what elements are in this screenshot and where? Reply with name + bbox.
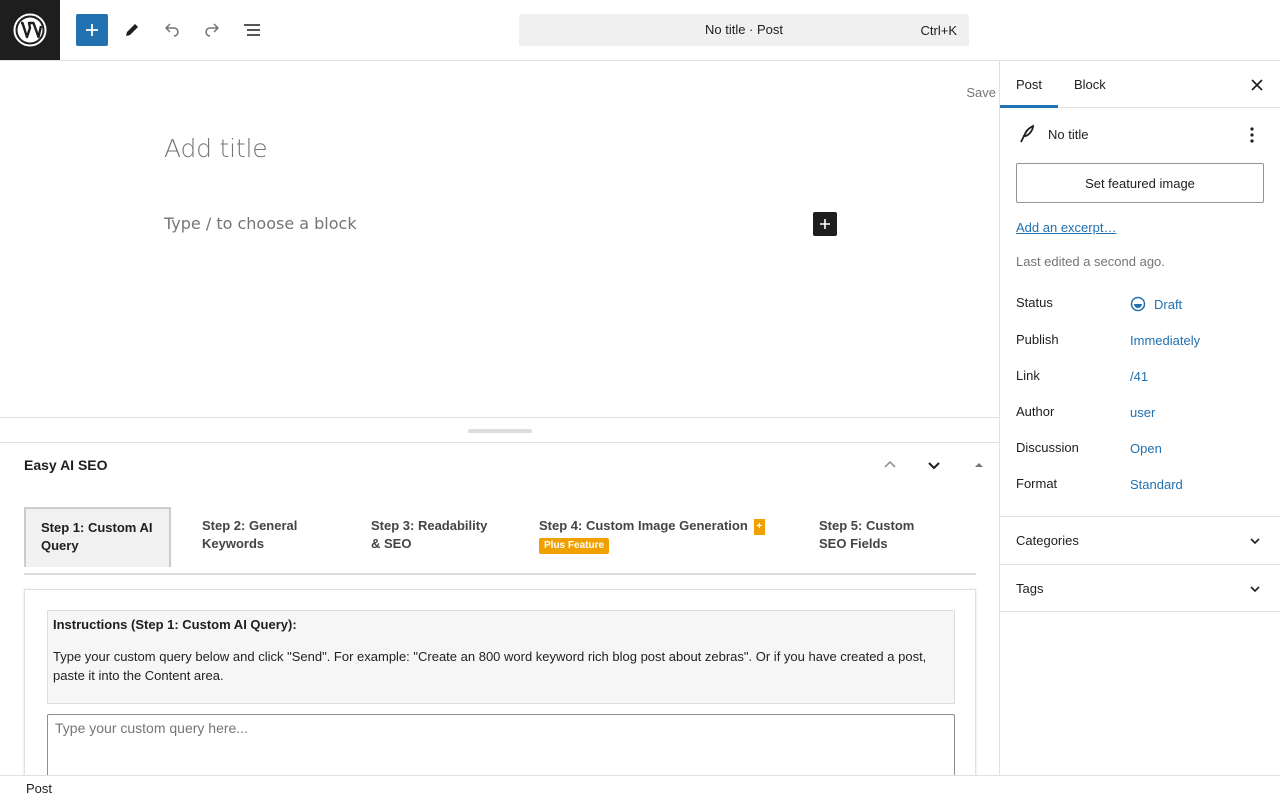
status-value[interactable]: Draft [1130, 296, 1182, 312]
step-tabs: Step 1: Custom AI Query Step 2: General … [24, 507, 976, 575]
chevron-down-icon[interactable] [922, 453, 946, 477]
metabox-title: Easy AI SEO [24, 457, 108, 473]
instructions-box: Instructions (Step 1: Custom AI Query): … [47, 610, 955, 704]
undo-icon[interactable] [156, 14, 188, 46]
breadcrumb-post[interactable]: Post [26, 781, 52, 796]
step-1-panel: Instructions (Step 1: Custom AI Query): … [24, 589, 976, 775]
tab-label: Step 3: Readability [371, 518, 488, 533]
discussion-row: Discussion Open [1016, 440, 1266, 460]
keyboard-shortcut: Ctrl+K [920, 23, 957, 38]
editor-canvas: Save Add title Type / to choose a block [0, 61, 999, 417]
tags-label: Tags [1016, 581, 1044, 596]
block-inserter-button[interactable] [76, 14, 108, 46]
tab-block[interactable]: Block [1058, 61, 1122, 108]
settings-sidebar: Post Block No title Set featured image A… [999, 61, 1280, 775]
document-overview-icon[interactable] [236, 14, 268, 46]
post-title-input[interactable]: Add title [164, 134, 268, 163]
publish-value[interactable]: Immediately [1130, 333, 1200, 348]
tab-label: Query [41, 538, 79, 553]
tab-label: Keywords [202, 536, 265, 551]
discussion-value[interactable]: Open [1130, 441, 1162, 456]
command-palette-bar[interactable]: No title · Post Ctrl+K [519, 14, 969, 46]
top-toolbar: No title · Post Ctrl+K [0, 0, 1280, 61]
link-row: Link /41 [1016, 368, 1266, 388]
tags-panel[interactable]: Tags [1000, 564, 1280, 612]
link-value[interactable]: /41 [1130, 369, 1148, 384]
author-value[interactable]: user [1130, 405, 1155, 420]
tab-step-2[interactable]: Step 2: General Keywords [186, 507, 313, 563]
resize-handle[interactable] [468, 429, 532, 433]
paragraph-placeholder[interactable]: Type / to choose a block [164, 214, 357, 233]
tab-step-5[interactable]: Step 5: Custom SEO Fields [803, 507, 930, 563]
chevron-down-icon [1245, 531, 1265, 551]
tab-post[interactable]: Post [1000, 61, 1058, 108]
plus-mini-badge: + [753, 519, 765, 535]
post-feather-icon [1017, 124, 1037, 144]
save-button[interactable]: Save [966, 85, 996, 100]
tab-label: SEO Fields [819, 536, 888, 551]
wordpress-logo-icon[interactable] [0, 0, 60, 60]
redo-icon[interactable] [196, 14, 228, 46]
format-row: Format Standard [1016, 476, 1266, 496]
chevron-down-icon [1245, 579, 1265, 599]
custom-query-input[interactable]: Type your custom query here... [47, 714, 955, 775]
format-value[interactable]: Standard [1130, 477, 1183, 492]
tab-label: & SEO [371, 536, 412, 551]
metabox-resize-bar [0, 417, 999, 443]
discussion-label: Discussion [1016, 440, 1079, 455]
categories-panel[interactable]: Categories [1000, 516, 1280, 564]
status-label: Status [1016, 295, 1053, 310]
close-icon[interactable] [1245, 73, 1269, 97]
instructions-text: Type your custom query below and click "… [53, 649, 927, 683]
status-text: Draft [1154, 296, 1183, 312]
author-row: Author user [1016, 404, 1266, 424]
toggle-panel-icon[interactable] [967, 453, 991, 477]
set-featured-image-button[interactable]: Set featured image [1016, 163, 1264, 203]
publish-row: Publish Immediately [1016, 332, 1266, 352]
tab-label: Step 4: Custom Image Generation [539, 518, 748, 533]
tab-label: Step 1: Custom AI [41, 520, 153, 535]
plus-feature-badge: Plus Feature [539, 538, 610, 554]
author-label: Author [1016, 404, 1055, 419]
draft-status-icon [1130, 296, 1146, 312]
last-edited-text: Last edited a second ago. [1016, 254, 1165, 269]
link-label: Link [1016, 368, 1040, 383]
post-summary-title: No title [1048, 127, 1089, 142]
pencil-icon[interactable] [116, 14, 148, 46]
add-block-button[interactable] [813, 212, 837, 236]
document-title: No title · Post [704, 22, 784, 37]
publish-label: Publish [1016, 332, 1059, 347]
categories-label: Categories [1016, 533, 1079, 548]
add-excerpt-link[interactable]: Add an excerpt… [1016, 220, 1116, 235]
tab-label: Step 2: General [202, 518, 298, 533]
tab-label: Step 5: Custom [819, 518, 915, 533]
instructions-heading: Instructions (Step 1: Custom AI Query): [53, 617, 297, 632]
tab-step-3[interactable]: Step 3: Readability & SEO [355, 507, 503, 563]
block-breadcrumb-bar: Post [0, 775, 1280, 800]
sidebar-tabs: Post Block [1000, 61, 1280, 108]
chevron-up-icon[interactable] [878, 453, 902, 477]
format-label: Format [1016, 476, 1058, 491]
more-options-icon[interactable] [1240, 123, 1264, 147]
tab-step-4[interactable]: Step 4: Custom Image Generation + Plus Fe… [523, 507, 781, 564]
tab-step-1[interactable]: Step 1: Custom AI Query [24, 507, 171, 567]
easy-ai-seo-metabox: Easy AI SEO Step 1: Custom AI Query Step… [0, 443, 999, 775]
status-row: Status Draft [1016, 295, 1266, 315]
